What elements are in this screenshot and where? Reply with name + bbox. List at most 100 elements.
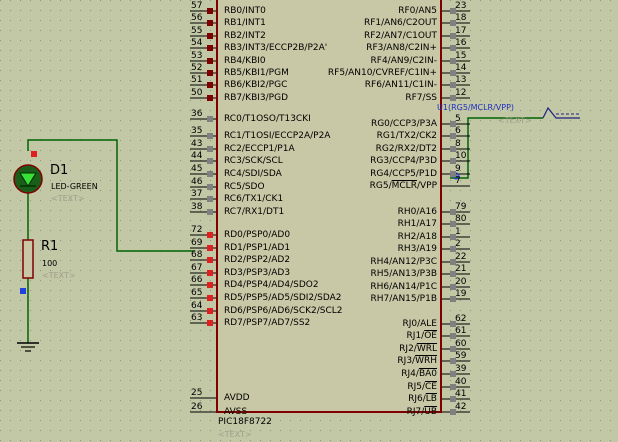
- left-pin-state-icon[interactable]: [207, 184, 213, 190]
- right-pin-label: RG0/CCP3/P3A: [370, 119, 437, 129]
- left-pin-label: RB2/INT2: [224, 31, 266, 41]
- right-pin-label: RG5/MCLR/VPP: [369, 181, 437, 191]
- right-pin-number: 79: [455, 202, 467, 212]
- left-pin-state-icon[interactable]: [207, 270, 213, 276]
- right-pin-number: 10: [455, 151, 467, 161]
- right-pin-label: RF1/AN6/C2OUT: [363, 18, 437, 28]
- right-pin-label: RG3/CCP4/P3D: [370, 156, 437, 166]
- right-pin-number: 14: [455, 63, 467, 73]
- left-pin-number: 51: [191, 75, 203, 85]
- right-pin-label: RF5/AN10/CVREF/C1IN+: [327, 68, 437, 78]
- left-pin-label: RB5/KBI1/PGM: [224, 68, 289, 78]
- left-pin-number: 72: [191, 225, 203, 235]
- left-pin-number: 69: [191, 238, 203, 248]
- left-pin-state-icon[interactable]: [207, 33, 213, 39]
- left-pin-label: RD7/PSP7/AD7/SS2: [224, 318, 311, 328]
- left-pin-state-icon[interactable]: [207, 20, 213, 26]
- right-pin-label: RF4/AN9/C2IN-: [370, 56, 437, 66]
- left-pin-label: RD6/PSP6/AD6/SCK2/SCL2: [224, 306, 343, 316]
- left-pin-state-icon[interactable]: [207, 95, 213, 101]
- left-pin-state-icon[interactable]: [207, 70, 213, 76]
- left-pin-number: 55: [191, 26, 203, 36]
- right-pin-label: RH7/AN15/P1B: [370, 294, 437, 304]
- left-pin-label: RB4/KBI0: [224, 56, 266, 66]
- right-pin-number: 42: [455, 402, 467, 412]
- led-value: LED-GREEN: [51, 182, 98, 191]
- left-pin-state-icon[interactable]: [207, 295, 213, 301]
- led-ref: D1: [50, 163, 69, 178]
- right-pin-number: 61: [455, 326, 467, 336]
- left-pin-state-icon[interactable]: [207, 8, 213, 14]
- left-pin-state-icon[interactable]: [207, 133, 213, 139]
- left-pin-number: 25: [191, 388, 203, 398]
- right-pin-label: RJ7/UB: [406, 407, 437, 417]
- right-pin-number: 39: [455, 364, 467, 374]
- right-pin-number: 13: [455, 75, 467, 85]
- right-pin-number: 21: [455, 264, 467, 274]
- left-pin-label: RD1/PSP1/AD1: [224, 243, 291, 253]
- right-pin-number: 20: [455, 277, 467, 287]
- left-pin-label: RD0/PSP0/AD0: [224, 230, 291, 240]
- left-pin-state-icon[interactable]: [207, 232, 213, 238]
- right-pin-label: RJ0/ALE: [402, 319, 437, 329]
- left-pin-label: RB0/INT0: [224, 6, 266, 16]
- right-pin-number: 15: [455, 51, 467, 61]
- right-pin-label: RJ1/OE: [406, 331, 437, 341]
- right-pin-label: RG1/TX2/CK2: [376, 131, 437, 141]
- right-pin-label: RF6/AN11/C1IN-: [364, 80, 437, 90]
- right-pin-label: RJ3/WRH: [397, 356, 437, 366]
- left-pin-number: 36: [191, 109, 203, 119]
- left-pin-state-icon[interactable]: [207, 282, 213, 288]
- right-pin-label: RJ2/WRL: [399, 344, 437, 354]
- left-pin-number: 38: [191, 202, 203, 212]
- right-pin-state-icon[interactable]: [450, 95, 456, 101]
- left-pin-state-icon[interactable]: [207, 245, 213, 251]
- right-pin-state-icon[interactable]: [450, 296, 456, 302]
- right-pin-label: RF0/AN5: [398, 6, 437, 16]
- left-pin-number: 57: [191, 1, 203, 11]
- left-pin-label: RC6/TX1/CK1: [224, 194, 284, 204]
- right-pin-label: RH0/A16: [397, 207, 437, 217]
- right-pin-state-icon[interactable]: [450, 409, 456, 415]
- left-pin-number: 65: [191, 288, 203, 298]
- right-pin-number: 16: [455, 38, 467, 48]
- led-text-placeholder: <TEXT>: [51, 194, 85, 203]
- right-pin-number: 19: [455, 289, 467, 299]
- left-pin-state-icon[interactable]: [207, 171, 213, 177]
- left-pin-state-icon[interactable]: [207, 146, 213, 152]
- right-pin-label: RG2/RX2/DT2: [375, 144, 437, 154]
- left-pin-state-icon[interactable]: [207, 320, 213, 326]
- right-pin-label: RJ4/BA0: [401, 369, 437, 379]
- left-pin-number: 68: [191, 250, 203, 260]
- left-pin-state-icon[interactable]: [207, 58, 213, 64]
- left-pin-label: RB6/KBI2/PGC: [224, 80, 288, 90]
- left-pin-number: 56: [191, 13, 203, 23]
- right-pin-number: 23: [455, 1, 467, 11]
- right-pin-label: RF2/AN7/C1OUT: [363, 31, 437, 41]
- right-pin-label: RH6/AN14/P1C: [370, 282, 437, 292]
- left-pin-label: RB1/INT1: [224, 18, 266, 28]
- chip-text-placeholder: <TEXT>: [218, 430, 252, 439]
- left-pin-state-icon[interactable]: [207, 308, 213, 314]
- left-pin-state-icon[interactable]: [207, 196, 213, 202]
- left-pin-label: RB7/KBI3/PGD: [224, 93, 289, 103]
- left-pin-state-icon[interactable]: [207, 257, 213, 263]
- resistor-ref: R1: [41, 239, 59, 254]
- left-pin-label: RC1/T1OSI/ECCP2A/P2A: [224, 131, 331, 141]
- left-pin-number: 53: [191, 51, 203, 61]
- left-pin-state-icon[interactable]: [207, 82, 213, 88]
- left-pin-label: RD3/PSP3/AD3: [224, 268, 291, 278]
- left-pin-state-icon[interactable]: [207, 116, 213, 122]
- left-pin-number: 54: [191, 38, 203, 48]
- chip-part-name: PIC18F8722: [218, 417, 272, 427]
- left-pin-label: RC7/RX1/DT1: [224, 207, 285, 217]
- right-pin-label: RH2/A18: [397, 232, 437, 242]
- left-pin-label: AVSS: [224, 407, 248, 417]
- left-pin-state-icon[interactable]: [207, 45, 213, 51]
- left-pin-state-icon[interactable]: [207, 158, 213, 164]
- left-pin-number: 43: [191, 139, 203, 149]
- right-pin-label: RH3/A19: [397, 244, 437, 254]
- left-pin-state-icon[interactable]: [207, 209, 213, 215]
- right-pin-label: RG4/CCP5/P1D: [370, 169, 437, 179]
- right-pin-number: 80: [455, 214, 467, 224]
